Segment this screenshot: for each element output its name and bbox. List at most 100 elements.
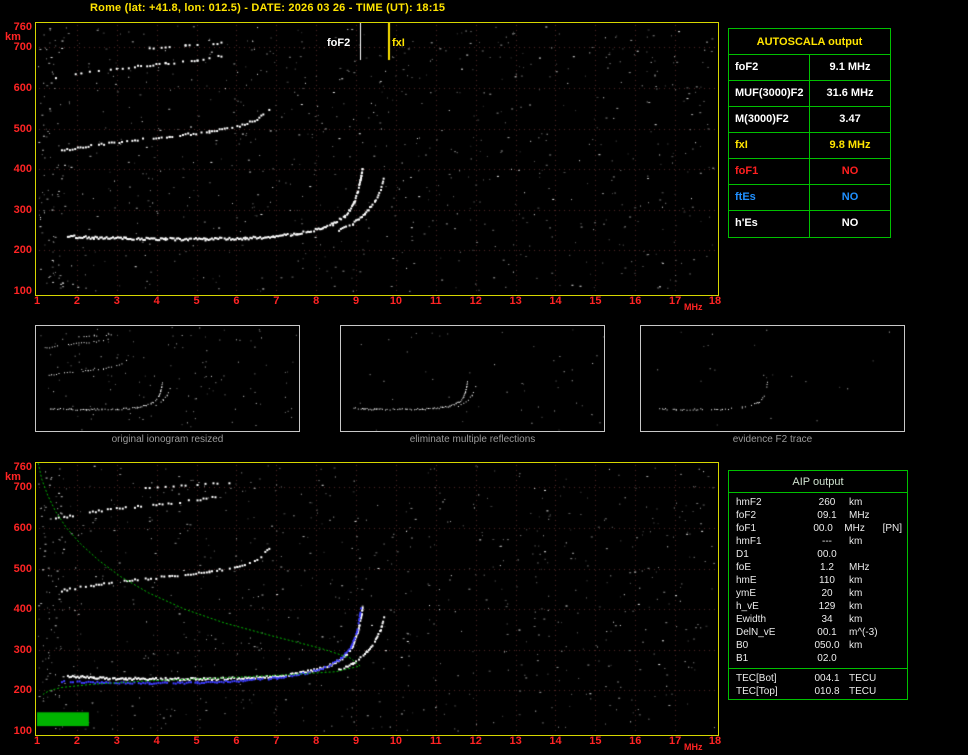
aip-value: 34: [821, 614, 833, 625]
autoscala-param-label: fxI: [729, 133, 810, 158]
x-tick-label: 3: [113, 735, 120, 747]
aip-note: [PN]: [882, 523, 903, 534]
aip-row: Ewidth 34 km: [729, 613, 907, 626]
aip-row: hmF2 260 km: [729, 496, 907, 509]
aip-value: 110: [819, 575, 835, 586]
x-tick-label: 6: [233, 735, 240, 747]
autoscala-app-window: Rome (lat: +41.8, lon: 012.5) - DATE: 20…: [0, 0, 968, 755]
aip-param: TEC[Top]: [736, 686, 778, 697]
aip-param: foF1: [736, 523, 757, 534]
x-tick-label: 16: [629, 295, 642, 307]
aip-param: foF2: [736, 510, 757, 521]
aip-note: [889, 613, 907, 626]
y-tick-label: 700: [13, 481, 32, 494]
aip-row: B0 050.0 km: [729, 639, 907, 652]
x-tick-label: 9: [352, 295, 360, 307]
x-tick-label: 11: [429, 735, 442, 747]
aip-note: [889, 626, 907, 639]
aip-unit: km: [849, 601, 863, 612]
aip-param: hmF1: [736, 536, 762, 547]
aip-param: foE: [736, 562, 752, 573]
x-tick-label: 11: [429, 295, 442, 307]
aip-note: [889, 548, 907, 561]
aip-row: D1 00.0: [729, 548, 907, 561]
x-tick-label: 13: [509, 735, 522, 747]
autoscala-table-body: foF2 9.1 MHz MUF(3000)F2 31.6 MHz M(3000)F2 3…: [729, 55, 890, 237]
x-tick-label: 1: [33, 735, 41, 747]
autoscala-param-value: NO: [841, 191, 859, 203]
aip-unit: MHz: [849, 562, 870, 573]
aip-unit: km: [849, 497, 863, 508]
x-tick-label: 3: [113, 295, 120, 307]
thumbnail-evidence-canvas: [641, 326, 904, 431]
aip-unit: km: [849, 575, 863, 586]
aip-unit: [847, 548, 889, 561]
aip-unit: TECU: [849, 686, 877, 697]
aip-param: hmF2: [736, 497, 762, 508]
aip-param: hmE: [736, 575, 757, 586]
y-tick-label: 600: [13, 521, 32, 534]
thumbnail-original-canvas: [36, 326, 299, 431]
fof2-marker-label: foF2: [327, 37, 351, 49]
aip-value: ---: [822, 536, 832, 547]
thumbnail-label-eliminate: eliminate multiple reflections: [409, 434, 536, 445]
aip-note: [889, 652, 907, 665]
y-tick-label: 400: [13, 603, 32, 616]
aip-value: 1.2: [820, 562, 834, 573]
y-tick-label: 500: [13, 122, 32, 135]
station-date-time-title: Rome (lat: +41.8, lon: 012.5) - DATE: 20…: [90, 2, 446, 14]
aip-unit: km: [849, 614, 863, 625]
aip-unit: km: [849, 588, 863, 599]
aip-param: TEC[Bot]: [736, 673, 777, 684]
autoscala-param-label: foF2: [729, 55, 810, 80]
aip-value: 050.0: [814, 640, 840, 651]
aip-note: [889, 561, 907, 574]
autoscala-row: MUF(3000)F2 31.6 MHz: [729, 81, 890, 107]
x-tick-label: 2: [73, 295, 80, 307]
autoscala-row: foF2 9.1 MHz: [729, 55, 890, 81]
x-tick-label: 4: [153, 295, 160, 307]
y-tick-label: 200: [13, 684, 32, 697]
x-tick-label: 5: [193, 295, 200, 307]
aip-note: [889, 639, 907, 652]
x-tick-label: 15: [589, 295, 602, 307]
x-tick-label: 5: [193, 735, 200, 747]
main-ionogram-canvas: [36, 23, 718, 295]
y-tick-label: 300: [13, 203, 32, 216]
x-tick-label: 8: [313, 295, 320, 307]
x-tick-label: 12: [469, 295, 482, 307]
autoscala-param-label: ftEs: [729, 185, 810, 210]
autoscala-param-label: h'Es: [729, 211, 810, 237]
aip-note: [889, 496, 907, 509]
autoscala-row: foF1 NO: [729, 159, 890, 185]
aip-table-body: hmF2 260 km foF2 09.1 MHz foF1 00.0 MHz [PN] hmF1 -…: [729, 493, 907, 665]
x-tick-label: 12: [469, 735, 482, 747]
y-axis-unit-bottom: km: [5, 471, 21, 483]
x-tick-label: 10: [389, 735, 403, 747]
autoscala-param-label: foF1: [729, 159, 810, 184]
aip-param: D1: [736, 549, 749, 560]
aip-note: [889, 574, 907, 587]
x-tick-label: 17: [668, 735, 682, 747]
fxi-marker-label: fxI: [392, 37, 405, 49]
y-tick-label: 300: [13, 643, 32, 656]
y-axis-unit-top: km: [5, 31, 21, 43]
aip-value: 02.0: [817, 653, 837, 664]
x-tick-label: 16: [629, 735, 642, 747]
aip-param: h_vE: [736, 601, 759, 612]
aip-note: [889, 509, 907, 522]
aip-note: [889, 600, 907, 613]
x-tick-label: 9: [352, 735, 360, 747]
aip-unit: MHz: [849, 510, 870, 521]
aip-note: [889, 535, 907, 548]
y-tick-label: 500: [13, 562, 32, 575]
aip-value: 260: [818, 497, 836, 508]
y-tick-label: 100: [13, 724, 32, 737]
aip-param: DelN_vE: [736, 627, 776, 638]
autoscala-row: M(3000)F2 3.47: [729, 107, 890, 133]
y-tick-label: 600: [13, 81, 32, 94]
aip-output-table: AIP output hmF2 260 km foF2 09.1 MHz foF1 00.0 M…: [728, 470, 908, 700]
autoscala-param-value: 31.6 MHz: [826, 87, 874, 99]
aip-value: 00.1: [817, 627, 837, 638]
aip-value: 010.8: [814, 686, 840, 697]
